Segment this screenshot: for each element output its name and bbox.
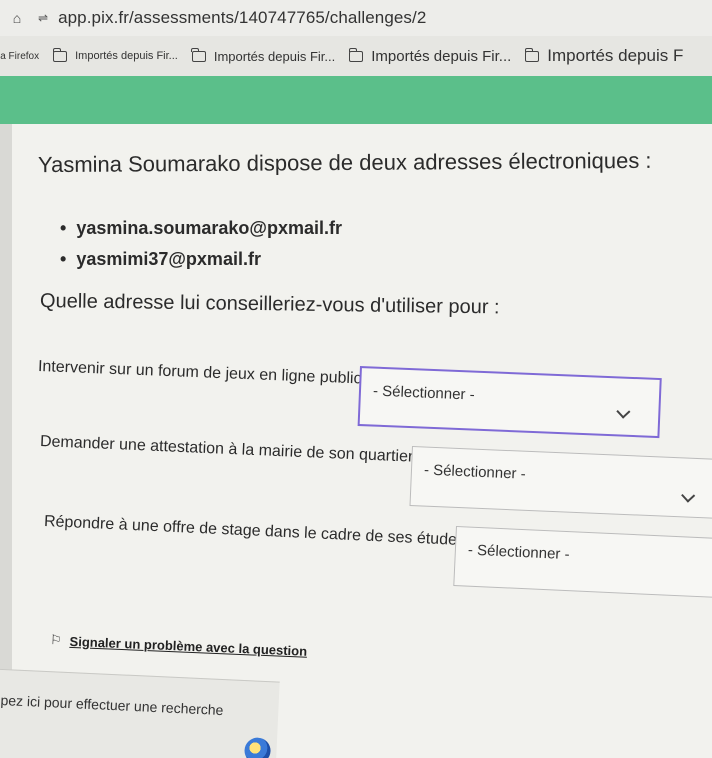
search-placeholder: pez ici pour effectuer une recherche (0, 691, 224, 719)
bookmark-label: Importés depuis Fir... (213, 48, 336, 64)
folder-icon (348, 47, 364, 62)
select-value: - Sélectionner - (423, 461, 526, 483)
taskbar-search[interactable]: pez ici pour effectuer une recherche (0, 668, 280, 758)
folder-icon (191, 47, 206, 62)
bookmark-folder[interactable]: Importés depuis Fir... (348, 47, 512, 65)
bookmark-label: Importés depuis F (547, 46, 684, 65)
bookmark-folder[interactable]: Importés depuis F (524, 46, 684, 66)
chevron-down-icon (681, 488, 696, 503)
select-value: - Sélectionner - (467, 541, 570, 564)
app-icon[interactable] (243, 737, 272, 758)
bookmark-firefox[interactable]: la Firefox (0, 51, 39, 62)
bookmark-folder[interactable]: Importés depuis Fir... (191, 47, 336, 64)
select-forum[interactable]: - Sélectionner - (357, 366, 662, 439)
challenge-intro: Yasmina Soumarako dispose de deux adress… (37, 147, 652, 178)
bookmark-label: Importés depuis Fir... (371, 47, 512, 65)
bookmark-label: Importés depuis Fir... (75, 50, 178, 62)
folder-icon (52, 47, 68, 62)
bookmark-folder[interactable]: Importés depuis Fir... (52, 47, 178, 62)
flag-icon: ⚐ (49, 632, 62, 648)
home-icon[interactable]: ⌂ (10, 10, 24, 26)
select-stage[interactable]: - Sélectionner - (453, 526, 712, 599)
header-banner (0, 76, 712, 124)
site-settings-icon[interactable]: ⇌ (38, 11, 48, 25)
folder-icon (524, 47, 540, 62)
url-text[interactable]: app.pix.fr/assessments/140747765/challen… (58, 8, 426, 28)
bookmark-label: la Firefox (0, 50, 40, 62)
chevron-down-icon (616, 404, 631, 419)
browser-url-bar[interactable]: ⌂ ⇌ app.pix.fr/assessments/140747765/cha… (0, 0, 712, 36)
select-value: - Sélectionner - (372, 382, 475, 404)
email-item: yasmina.soumarako@pxmail.fr (60, 218, 342, 239)
email-item: yasmimi37@pxmail.fr (60, 249, 261, 270)
bookmarks-bar: la Firefox Importés depuis Fir... Import… (0, 36, 712, 76)
